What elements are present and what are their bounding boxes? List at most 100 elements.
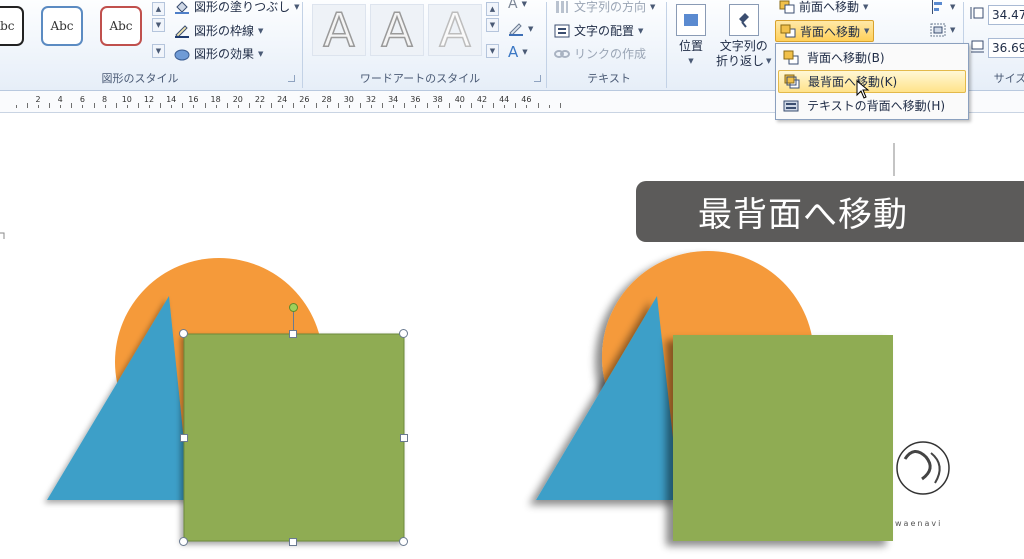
ruler-number: 28 bbox=[321, 95, 332, 104]
bring-forward-label: 前面へ移動 bbox=[799, 0, 860, 14]
group-objects-button[interactable]: ▼ bbox=[930, 23, 955, 37]
shape-effects-button[interactable]: 図形の効果 ▼ bbox=[174, 45, 263, 62]
resize-handle-se[interactable] bbox=[399, 537, 408, 546]
resize-handle-s[interactable] bbox=[289, 538, 297, 546]
caption-text: 最背面へ移動 bbox=[698, 195, 908, 235]
text-fill-button[interactable]: A ▼ bbox=[508, 0, 527, 12]
ruler-tick bbox=[126, 105, 128, 108]
ruler-tick bbox=[182, 103, 184, 108]
menu-item-label: テキストの背面へ移動(H) bbox=[807, 99, 946, 113]
ruler-number: 24 bbox=[277, 95, 288, 104]
ruler-tick bbox=[470, 103, 472, 108]
styles-scroll-down[interactable]: ▼ bbox=[152, 18, 165, 32]
ruler-number: 40 bbox=[454, 95, 465, 104]
shape-style-thumb-label: Abc bbox=[0, 19, 15, 33]
green-square-shape-after[interactable] bbox=[673, 335, 893, 541]
group-divider bbox=[546, 2, 547, 88]
ruler-tick bbox=[49, 103, 51, 108]
resize-handle-n[interactable] bbox=[289, 330, 297, 338]
shape-width-input[interactable]: 36.69 bbox=[988, 38, 1024, 58]
ruler-tick bbox=[415, 105, 417, 108]
align-button[interactable]: ▼ bbox=[930, 0, 955, 14]
ruler-tick bbox=[493, 103, 495, 108]
menu-item-behind-text[interactable]: テキストの背面へ移動(H) bbox=[778, 94, 966, 117]
position-label: 位置 bbox=[678, 39, 703, 53]
wordart-scroll-down[interactable]: ▼ bbox=[486, 18, 499, 32]
wordart-more[interactable]: ▼ bbox=[486, 44, 499, 58]
wordart-scroll-up[interactable]: ▲ bbox=[486, 2, 499, 16]
ruler-tick bbox=[371, 105, 372, 108]
text-direction-button[interactable]: 文字列の方向 ▼ bbox=[554, 0, 655, 15]
resize-handle-nw[interactable] bbox=[179, 329, 188, 338]
shape-height-input[interactable]: 34.47 bbox=[988, 5, 1024, 25]
dropdown-arrow-icon: ▼ bbox=[950, 26, 956, 34]
position-button[interactable]: 位置 ▼ bbox=[676, 4, 706, 69]
text-wrap-label-line1: 文字列の bbox=[719, 39, 768, 53]
ruler-number: 8 bbox=[102, 95, 108, 104]
menu-item-label: 背面へ移動(B) bbox=[807, 51, 885, 65]
dialog-launcher-icon[interactable] bbox=[288, 75, 295, 82]
ruler-tick bbox=[282, 105, 284, 108]
menu-item-send-to-back[interactable]: 最背面へ移動(K) bbox=[778, 70, 966, 93]
ruler-tick bbox=[60, 105, 62, 108]
text-align-button[interactable]: 文字の配置 ▼ bbox=[554, 22, 643, 39]
ruler-number: 10 bbox=[121, 95, 132, 104]
shape-fill-button[interactable]: 図形の塗りつぶし ▼ bbox=[174, 0, 300, 15]
ruler-tick bbox=[548, 105, 550, 108]
ruler-tick bbox=[537, 103, 539, 108]
shape-style-thumb-2[interactable]: Abc bbox=[41, 6, 83, 46]
blue-triangle-shape[interactable] bbox=[47, 296, 190, 500]
shape-outline-button[interactable]: 図形の枠線 ▼ bbox=[174, 22, 263, 39]
send-to-back-icon bbox=[784, 74, 800, 89]
ruler-tick bbox=[526, 105, 528, 108]
shape-style-thumb-3[interactable]: Abc bbox=[100, 6, 142, 46]
more-icon: ▼ bbox=[489, 47, 496, 55]
resize-handle-ne[interactable] bbox=[399, 329, 408, 338]
menu-item-send-backward[interactable]: 背面へ移動(B) bbox=[778, 46, 966, 69]
send-backward-button[interactable]: 背面へ移動 ▼ bbox=[775, 20, 874, 42]
ruler-tick bbox=[426, 103, 428, 108]
green-square-shape-selected[interactable] bbox=[183, 333, 405, 542]
resize-handle-e[interactable] bbox=[400, 434, 408, 442]
ruler-tick bbox=[459, 105, 461, 108]
text-wrap-icon bbox=[728, 4, 759, 36]
ruler-tick bbox=[38, 105, 39, 108]
wordart-thumb-3[interactable]: A bbox=[428, 2, 482, 58]
text-effects-button[interactable]: A ▼ bbox=[508, 43, 528, 61]
ruler-tick bbox=[448, 103, 450, 108]
shape-outline-label: 図形の枠線 bbox=[194, 24, 255, 38]
styles-more[interactable]: ▼ bbox=[152, 44, 165, 58]
shape-fill-label: 図形の塗りつぶし bbox=[194, 0, 291, 14]
ruler-tick bbox=[504, 105, 506, 108]
wordart-thumb-letter: A bbox=[439, 2, 472, 58]
ruler-number: 38 bbox=[432, 95, 443, 104]
ruler-tick bbox=[304, 105, 306, 108]
ruler-tick bbox=[382, 103, 384, 108]
ruler-number: 20 bbox=[232, 95, 243, 104]
resize-handle-w[interactable] bbox=[180, 434, 188, 442]
dialog-launcher-icon[interactable] bbox=[534, 75, 541, 82]
dropdown-arrow-icon: ▼ bbox=[650, 2, 656, 11]
group-divider bbox=[666, 2, 667, 88]
ruler-number: 32 bbox=[365, 95, 377, 104]
dropdown-arrow-icon: ▼ bbox=[950, 3, 956, 11]
ruler-tick bbox=[93, 103, 95, 108]
create-link-button[interactable]: リンクの作成 bbox=[554, 45, 646, 62]
text-direction-label: 文字列の方向 bbox=[574, 0, 647, 14]
ruler-tick bbox=[248, 103, 250, 108]
shape-style-thumb-1[interactable]: Abc bbox=[0, 6, 24, 46]
text-wrap-button[interactable]: 文字列の 折り返し ▼ bbox=[716, 4, 771, 69]
styles-scroll-up[interactable]: ▲ bbox=[152, 2, 165, 16]
text-fill-icon: A bbox=[508, 0, 518, 12]
wordart-thumb-1[interactable]: A bbox=[312, 2, 366, 58]
mouse-cursor-icon bbox=[856, 80, 870, 99]
rotate-handle[interactable] bbox=[289, 303, 298, 312]
ruler-tick bbox=[15, 105, 17, 108]
text-outline-button[interactable]: ▼ bbox=[508, 22, 533, 36]
wordart-thumb-2[interactable]: A bbox=[370, 2, 424, 58]
chevron-up-icon: ▲ bbox=[155, 5, 162, 13]
bring-forward-button[interactable]: 前面へ移動 ▼ bbox=[779, 0, 868, 15]
send-backward-menu: 背面へ移動(B) 最背面へ移動(K) テキストの背面へ移動(H) bbox=[775, 43, 969, 120]
waenavi-logo-text: waenavi bbox=[895, 519, 943, 528]
resize-handle-sw[interactable] bbox=[179, 537, 188, 546]
